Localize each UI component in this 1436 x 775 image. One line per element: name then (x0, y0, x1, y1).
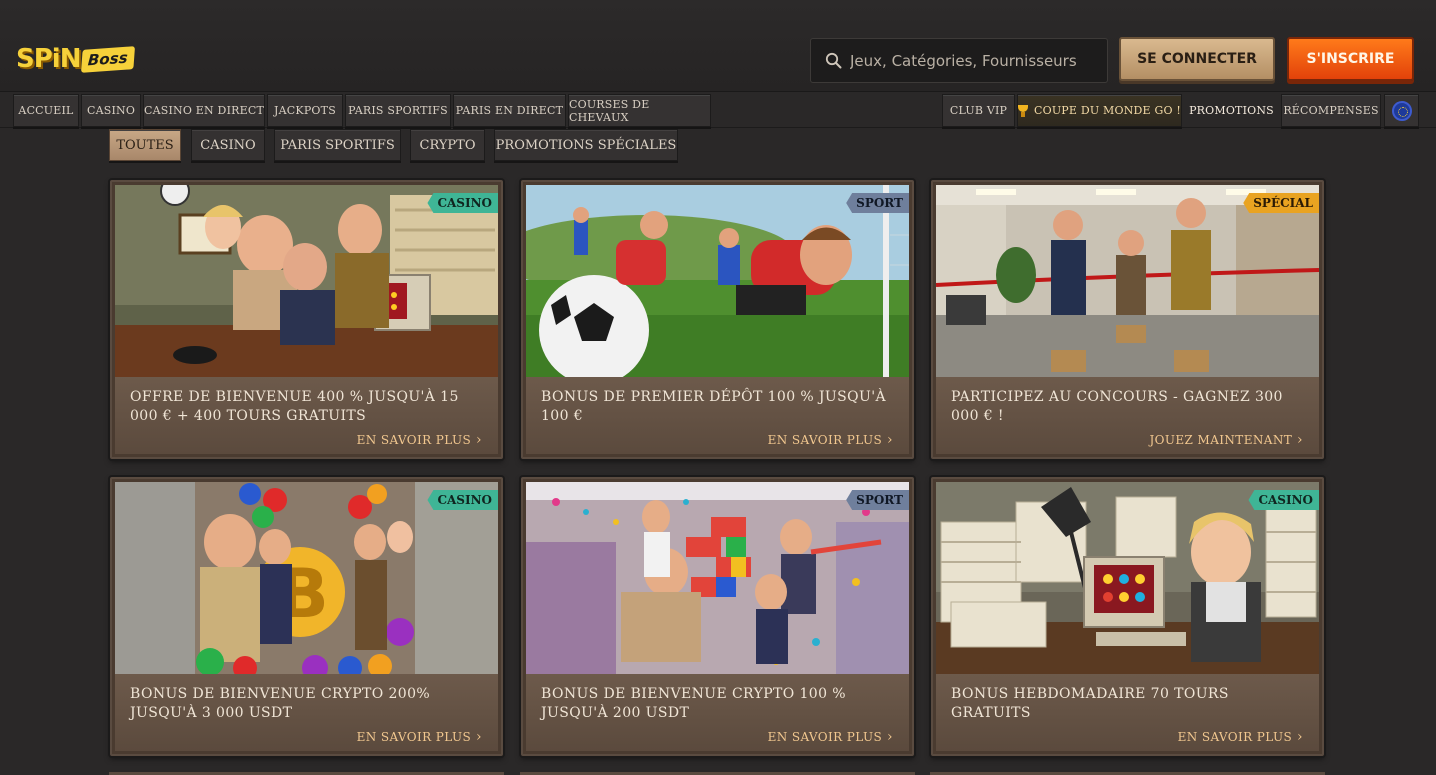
promo-card-body: PARTICIPEZ AU CONCOURS - GAGNEZ 300 000 … (936, 377, 1319, 454)
filter-sports-betting[interactable]: PARIS SPORTIFS (274, 129, 401, 161)
nav-rewards[interactable]: RÉCOMPENSES (1281, 94, 1381, 127)
promo-card-body: BONUS DE BIENVENUE CRYPTO 200% JUSQU'À 3… (115, 674, 498, 751)
promo-image-race: SPÉCIAL (936, 185, 1319, 377)
filter-crypto[interactable]: CRYPTO (410, 129, 485, 161)
search-box[interactable] (810, 38, 1108, 83)
trophy-icon (1018, 104, 1028, 117)
login-button[interactable]: SE CONNECTER (1119, 37, 1275, 81)
nav-vip-club[interactable]: CLUB VIP (942, 94, 1015, 127)
filter-all[interactable]: TOUTES (109, 129, 181, 161)
category-tag: SPÉCIAL (1243, 193, 1319, 213)
nav-live-casino[interactable]: CASINO EN DIRECT (143, 94, 265, 127)
main-nav: ACCUEIL CASINO CASINO EN DIRECT JACKPOTS… (0, 92, 1436, 128)
promo-card[interactable]: SPORT BONUS DE BIENVENUE CRYPTO 100 % JU… (521, 477, 914, 756)
promo-title: BONUS DE BIENVENUE CRYPTO 100 % JUSQU'À … (541, 686, 846, 721)
nav-world-cup-label: COUPE DU MONDE GO ! (1034, 104, 1181, 117)
category-tag: CASINO (1248, 490, 1319, 510)
eu-flag-icon (1391, 100, 1412, 121)
nav-live-betting[interactable]: PARIS EN DIRECT (453, 94, 566, 127)
signup-button[interactable]: S'INSCRIRE (1287, 37, 1414, 81)
promo-card-body: BONUS HEBDOMADAIRE 70 TOURS GRATUITS EN … (936, 674, 1319, 751)
spinboss-logo[interactable]: SPiN Boss (16, 42, 136, 76)
filter-special-promotions[interactable]: PROMOTIONS SPÉCIALES (494, 129, 678, 161)
play-now-link[interactable]: JOUEZ MAINTENANT (1149, 432, 1303, 448)
promo-title: OFFRE DE BIENVENUE 400 % JUSQU'À 15 000 … (130, 389, 459, 424)
logo-text: SPiN (16, 44, 81, 74)
promo-card-body: OFFRE DE BIENVENUE 400 % JUSQU'À 15 000 … (115, 377, 498, 454)
nav-promotions[interactable]: PROMOTIONS (1184, 94, 1279, 127)
promo-card[interactable]: B CASINO BONUS DE BIENVENUE CRYPTO 200% … (110, 477, 503, 756)
promo-image-office-team: CASINO (115, 185, 498, 377)
promo-card[interactable]: CASINO BONUS HEBDOMADAIRE 70 TOURS GRATU… (931, 477, 1324, 756)
category-tag: SPORT (846, 490, 909, 510)
nav-home[interactable]: ACCUEIL (13, 94, 79, 127)
top-header: SPiN Boss SE CONNECTER S'INSCRIRE (0, 0, 1436, 92)
promo-title: BONUS HEBDOMADAIRE 70 TOURS GRATUITS (951, 686, 1229, 721)
nav-casino[interactable]: CASINO (81, 94, 141, 127)
promo-image-football: SPORT (526, 185, 909, 377)
nav-world-cup[interactable]: COUPE DU MONDE GO ! (1017, 94, 1182, 127)
promo-card[interactable]: SPÉCIAL PARTICIPEZ AU CONCOURS - GAGNEZ … (931, 180, 1324, 459)
language-selector[interactable] (1384, 94, 1419, 127)
promo-image-pinata: SPORT (526, 482, 909, 674)
filter-casino[interactable]: CASINO (191, 129, 265, 161)
promo-card[interactable]: CASINO OFFRE DE BIENVENUE 400 % JUSQU'À … (110, 180, 503, 459)
learn-more-link[interactable]: EN SAVOIR PLUS (768, 729, 893, 745)
promo-title: BONUS DE BIENVENUE CRYPTO 200% JUSQU'À 3… (130, 686, 431, 721)
promo-image-bitcoin: B CASINO (115, 482, 498, 674)
learn-more-link[interactable]: EN SAVOIR PLUS (357, 432, 482, 448)
nav-sports-betting[interactable]: PARIS SPORTIFS (345, 94, 451, 127)
search-icon (825, 52, 842, 69)
promo-card[interactable]: SPORT BONUS DE PREMIER DÉPÔT 100 % JUSQU… (521, 180, 914, 459)
nav-jackpots[interactable]: JACKPOTS (267, 94, 343, 127)
promo-image-paperwork: CASINO (936, 482, 1319, 674)
promo-card-body: BONUS DE PREMIER DÉPÔT 100 % JUSQU'À 100… (526, 377, 909, 454)
learn-more-link[interactable]: EN SAVOIR PLUS (768, 432, 893, 448)
promo-card-body: BONUS DE BIENVENUE CRYPTO 100 % JUSQU'À … (526, 674, 909, 751)
category-tag: SPORT (846, 193, 909, 213)
promo-filters: TOUTES CASINO PARIS SPORTIFS CRYPTO PROM… (0, 129, 1436, 161)
learn-more-link[interactable]: EN SAVOIR PLUS (1178, 729, 1303, 745)
nav-horse-racing[interactable]: COURSES DE CHEVAUX (568, 94, 711, 127)
learn-more-link[interactable]: EN SAVOIR PLUS (357, 729, 482, 745)
promo-title: BONUS DE PREMIER DÉPÔT 100 % JUSQU'À 100… (541, 389, 886, 424)
category-tag: CASINO (427, 193, 498, 213)
category-tag: CASINO (427, 490, 498, 510)
search-input[interactable] (850, 51, 1090, 70)
promo-title: PARTICIPEZ AU CONCOURS - GAGNEZ 300 000 … (951, 389, 1283, 424)
logo-badge: Boss (81, 45, 136, 73)
